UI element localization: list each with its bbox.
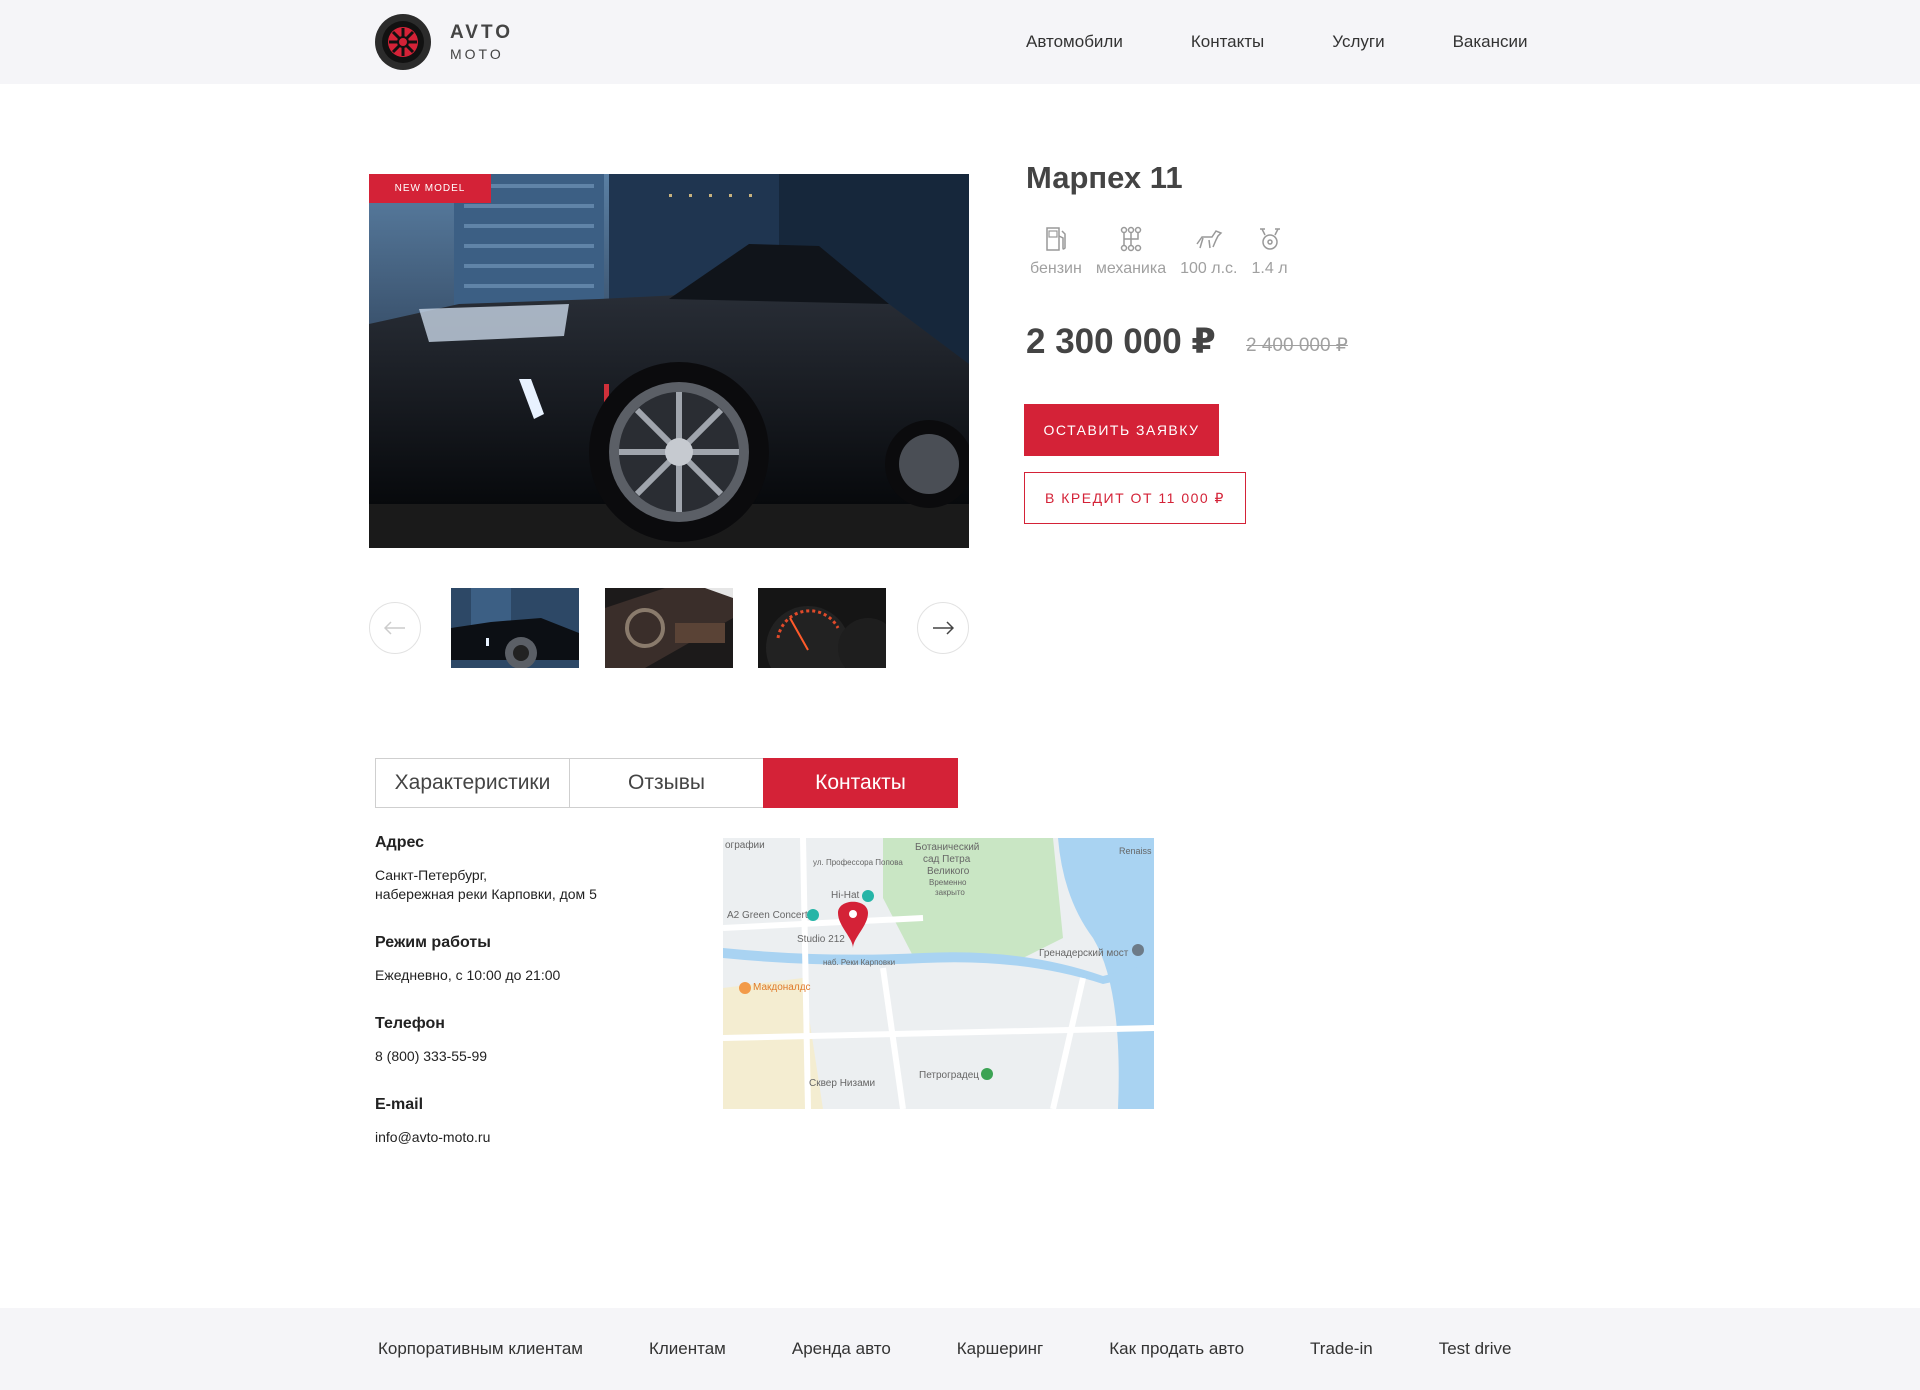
location-map[interactable]: ографии Ботанический сад Петра Великого … — [723, 838, 1154, 1109]
footer-link-test-drive[interactable]: Test drive — [1439, 1339, 1512, 1359]
gearbox-icon — [1120, 226, 1142, 252]
spec-power-label: 100 л.с. — [1180, 260, 1238, 277]
contacts-panel: Адрес Санкт-Петербург, набережная реки К… — [375, 834, 695, 1177]
spec-fuel-label: бензин — [1030, 260, 1082, 277]
spec-gearbox: механика — [1096, 224, 1166, 278]
order-button[interactable]: ОСТАВИТЬ ЗАЯВКУ — [1024, 404, 1219, 456]
tab-specifications[interactable]: Характеристики — [375, 758, 570, 808]
wheel-logo-icon — [375, 14, 431, 70]
phone-label: Телефон — [375, 1015, 445, 1032]
footer-link-carsharing[interactable]: Каршеринг — [957, 1339, 1043, 1359]
spec-engine-label: 1.4 л — [1251, 260, 1288, 277]
nav-link-cars[interactable]: Автомобили — [1026, 32, 1123, 52]
car-image — [369, 174, 969, 548]
fuel-icon — [1046, 227, 1066, 251]
footer-link-rental[interactable]: Аренда авто — [792, 1339, 891, 1359]
map-label-14: Сквер Низами — [809, 1078, 876, 1089]
footer-link-trade-in[interactable]: Trade-in — [1310, 1339, 1373, 1359]
map-label-5: Временно — [929, 878, 967, 887]
email-label: E-mail — [375, 1096, 424, 1113]
old-price: 2 400 000 ₽ — [1246, 335, 1348, 356]
price: 2 300 000 ₽ — [1026, 322, 1216, 361]
logo-subtitle: MOTO — [450, 46, 504, 62]
map-label-1: ографии — [725, 840, 765, 851]
address-line-1: Санкт-Петербург, — [375, 867, 487, 883]
hours-label: Режим работы — [375, 934, 491, 951]
new-model-badge: NEW MODEL — [369, 174, 491, 203]
site-header: AVTO MOTO Автомобили Контакты Услуги Вак… — [0, 0, 1920, 84]
footer-link-corporate[interactable]: Корпоративным клиентам — [378, 1339, 583, 1359]
site-footer: Корпоративным клиентам Клиентам Аренда а… — [0, 1308, 1920, 1390]
address-label: Адрес — [375, 834, 425, 851]
gallery-next-button[interactable] — [917, 602, 969, 654]
tab-contacts[interactable]: Контакты — [763, 758, 958, 808]
phone-block: Телефон 8 (800) 333-55-99 — [375, 1015, 695, 1066]
email-value[interactable]: info@avto-moto.ru — [375, 1128, 695, 1147]
main-car-photo: NEW MODEL — [369, 174, 969, 548]
map-label-7: Hi-Hat — [831, 890, 860, 901]
hours-value: Ежедневно, с 10:00 до 21:00 — [375, 967, 561, 983]
spec-power: 100 л.с. — [1180, 224, 1238, 278]
arrow-right-icon — [933, 621, 954, 635]
map-label-11: Гренадерский мост — [1039, 948, 1129, 959]
map-label-9: Studio 212 — [797, 934, 845, 945]
arrow-left-icon — [384, 621, 405, 635]
map-label-12: Макдоналдс — [753, 982, 811, 993]
map-label-8: A2 Green Concert — [727, 910, 808, 921]
tab-reviews[interactable]: Отзывы — [569, 758, 764, 808]
credit-button[interactable]: В КРЕДИТ ОТ 11 000 ₽ — [1024, 472, 1246, 524]
engine-icon — [1259, 228, 1280, 250]
horse-icon — [1196, 230, 1223, 249]
email-block: E-mail info@avto-moto.ru — [375, 1096, 695, 1147]
nav-link-vacancies[interactable]: Вакансии — [1453, 32, 1528, 52]
spec-fuel: бензин — [1030, 224, 1082, 278]
nav-link-services[interactable]: Услуги — [1332, 32, 1384, 52]
address-block: Адрес Санкт-Петербург, набережная реки К… — [375, 834, 695, 904]
footer-link-sell-car[interactable]: Как продать авто — [1109, 1339, 1244, 1359]
footer-nav: Корпоративным клиентам Клиентам Аренда а… — [378, 1339, 1511, 1359]
map-label-15: Renaiss — [1119, 846, 1152, 856]
address-line-2: набережная реки Карповки, дом 5 — [375, 886, 597, 902]
gallery-thumbnail-1[interactable] — [451, 588, 579, 668]
main-nav: Автомобили Контакты Услуги Вакансии — [1026, 32, 1528, 52]
spec-list: бензин механика 100 л.с. 1.4 л — [1030, 224, 1302, 278]
product-title: Марпех 11 — [1026, 160, 1183, 195]
spec-gearbox-label: механика — [1095, 260, 1167, 277]
spec-engine: 1.4 л — [1252, 224, 1288, 278]
map-label-4: Великого — [927, 866, 970, 877]
map-label-6: закрыто — [935, 888, 965, 897]
gallery-thumbnail-2[interactable] — [605, 588, 733, 668]
logo[interactable]: AVTO MOTO — [374, 13, 513, 71]
map-label-3: сад Петра — [923, 854, 971, 865]
product-tabs: Характеристики Отзывы Контакты — [375, 758, 958, 808]
map-label-13: Петроградец — [919, 1070, 980, 1081]
footer-link-clients[interactable]: Клиентам — [649, 1339, 726, 1359]
hours-block: Режим работы Ежедневно, с 10:00 до 21:00 — [375, 934, 695, 985]
gallery-prev-button[interactable] — [369, 602, 421, 654]
map-label-16: ул. Профессора Попова — [813, 858, 903, 867]
nav-link-contacts[interactable]: Контакты — [1191, 32, 1264, 52]
phone-value[interactable]: 8 (800) 333-55-99 — [375, 1047, 695, 1066]
logo-title: AVTO — [450, 22, 514, 43]
gallery-thumbnail-3[interactable] — [758, 588, 886, 668]
map-label-2: Ботанический — [915, 842, 980, 853]
map-label-10: наб. Реки Карповки — [823, 958, 896, 967]
